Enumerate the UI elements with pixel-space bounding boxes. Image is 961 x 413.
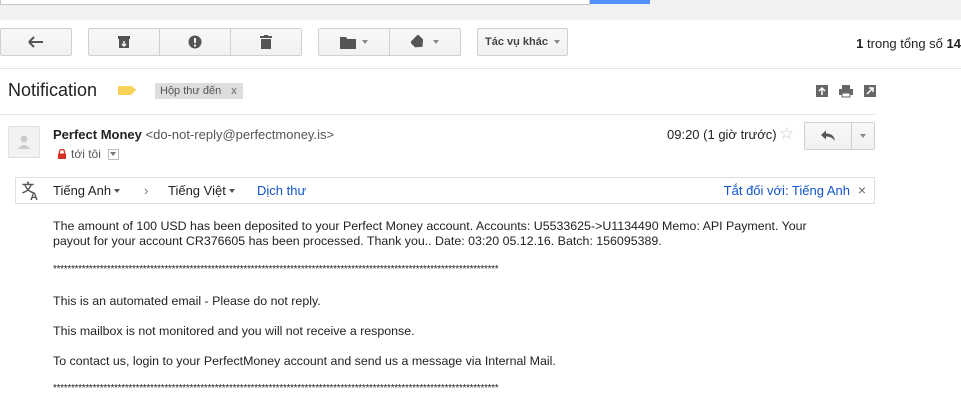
important-marker-icon[interactable]	[118, 86, 136, 95]
subject-actions	[815, 84, 877, 98]
delete-button[interactable]	[230, 28, 302, 56]
body-line-2: payout for your account CR376605 has bee…	[53, 234, 662, 248]
trash-icon	[260, 35, 272, 49]
star-icon[interactable]: ☆	[779, 124, 794, 144]
search-button[interactable]	[590, 0, 650, 4]
expand-all-icon[interactable]	[815, 84, 829, 98]
source-language-dropdown[interactable]: Tiếng Anh	[53, 183, 121, 198]
search-input[interactable]	[0, 0, 590, 5]
chevron-down-icon	[362, 40, 368, 44]
reply-group	[804, 122, 875, 150]
close-icon[interactable]: ×	[858, 182, 866, 198]
translate-message-link[interactable]: Dịch thư	[257, 183, 306, 198]
svg-text:A: A	[30, 191, 38, 201]
chevron-down-icon	[433, 40, 439, 44]
pager-total: 14	[946, 36, 961, 51]
recipient-row: tới tôi	[57, 147, 119, 161]
person-icon	[18, 135, 30, 149]
separator-line: ****************************************…	[53, 383, 499, 394]
folder-icon	[340, 36, 356, 49]
chevron-down-icon	[114, 188, 121, 193]
separator-line: ****************************************…	[53, 264, 499, 275]
remove-label-button[interactable]: x	[231, 85, 237, 97]
turn-off-translation-link[interactable]: Tắt đối với: Tiếng Anh	[724, 183, 850, 198]
sender-name[interactable]: Perfect Money	[53, 127, 142, 142]
sender-email: <do-not-reply@perfectmoney.is>	[145, 127, 335, 142]
report-spam-button[interactable]	[159, 28, 231, 56]
print-icon[interactable]	[839, 84, 853, 98]
more-actions-button[interactable]: Tác vụ khác	[477, 28, 568, 56]
translate-bar: 文 A Tiếng Anh › Tiếng Việt Dịch thư Tắt …	[15, 177, 875, 204]
new-window-icon[interactable]	[863, 84, 877, 98]
message-time: 09:20 (1 giờ trước)	[667, 127, 777, 142]
mailbox-notice: This mailbox is not monitored and you wi…	[53, 324, 415, 338]
email-subject: Notification	[8, 80, 98, 100]
labels-button[interactable]	[389, 28, 461, 56]
back-button[interactable]	[0, 28, 72, 56]
chevron-down-icon	[228, 188, 235, 193]
chevron-down-icon	[553, 40, 560, 44]
label-tag-icon	[411, 35, 424, 48]
target-language-dropdown[interactable]: Tiếng Việt	[168, 183, 235, 198]
archive-button[interactable]	[88, 28, 160, 56]
divider	[0, 114, 875, 115]
target-language: Tiếng Việt	[168, 183, 226, 198]
back-arrow-icon	[28, 36, 43, 48]
sender-info: Perfect Money <do-not-reply@perfectmoney…	[53, 127, 334, 142]
recipient-text: tới tôi	[71, 147, 101, 161]
contact-notice: To contact us, login to your PerfectMone…	[53, 354, 556, 368]
body-line-1: The amount of 100 USD has been deposited…	[53, 219, 807, 233]
spam-icon	[188, 35, 202, 49]
sender-avatar[interactable]	[8, 126, 40, 158]
automated-notice: This is an automated email - Please do n…	[53, 294, 321, 308]
reply-icon	[821, 130, 835, 141]
archive-icon	[118, 36, 130, 48]
inbox-label-text: Hộp thư đến	[160, 85, 222, 97]
top-bar	[0, 0, 961, 21]
pager-text: trong tổng số	[863, 36, 947, 51]
lock-icon	[58, 149, 66, 159]
pagination-info: 1 trong tổng số 14	[856, 36, 961, 51]
translate-icon: 文 A	[22, 181, 38, 201]
arrow-right-icon: ›	[144, 183, 149, 198]
reply-button[interactable]	[804, 122, 852, 150]
chevron-down-icon	[110, 152, 117, 156]
show-details-button[interactable]	[107, 148, 119, 160]
more-actions-label: Tác vụ khác	[485, 36, 548, 48]
message-toolbar: Tác vụ khác 1 trong tổng số 14	[0, 20, 961, 69]
inbox-label-chip: Hộp thư đến x	[155, 83, 243, 99]
chevron-down-icon	[860, 134, 866, 138]
move-to-button[interactable]	[318, 28, 390, 56]
more-options-button[interactable]	[852, 122, 875, 150]
source-language: Tiếng Anh	[53, 183, 112, 198]
